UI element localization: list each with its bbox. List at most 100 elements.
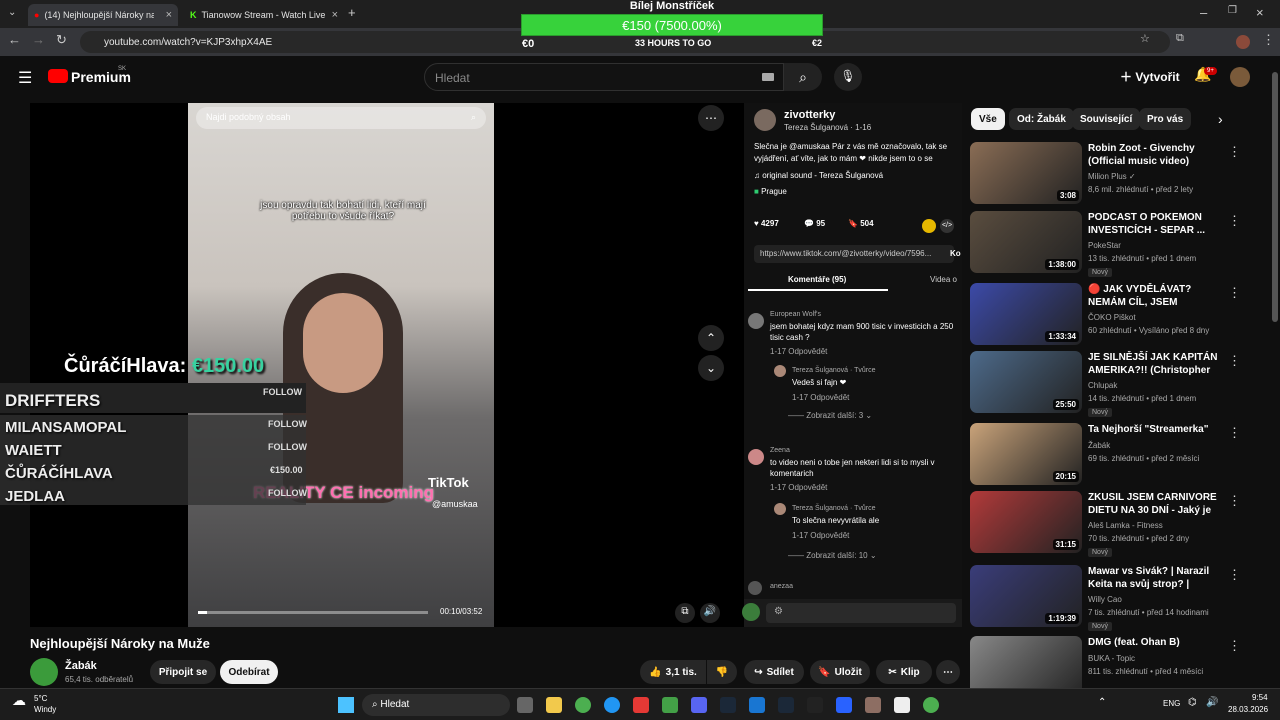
like-count[interactable]: ♥ 4297: [754, 219, 779, 228]
page-scrollbar[interactable]: [1272, 72, 1278, 322]
app-icon[interactable]: [894, 697, 910, 713]
more-vert-icon[interactable]: ⋮: [1228, 353, 1241, 369]
recommended-title[interactable]: DMG (feat. Ohan B): [1088, 636, 1228, 649]
browser-tab-kick[interactable]: K Tianowow Stream - Watch Live ×: [184, 4, 344, 26]
app-icon[interactable]: [865, 697, 881, 713]
share-button[interactable]: ↪ Sdílet: [744, 660, 804, 684]
location-line[interactable]: ■ Prague: [754, 187, 787, 196]
create-button[interactable]: ＋ Vytvořit: [1120, 68, 1180, 85]
recommended-video[interactable]: 1:19:39 Mawar vs Sivák? | Narazil Keita n…: [970, 565, 1270, 631]
tab-videos[interactable]: Videa o: [930, 275, 957, 284]
chrome-icon[interactable]: [575, 697, 591, 713]
more-vert-icon[interactable]: ⋮: [1228, 285, 1241, 301]
discord-icon[interactable]: [691, 697, 707, 713]
recommended-video[interactable]: 1:33:34 🔴 JAK VYDĚLÁVAT? NEMÁM CÍL, JSEM …: [970, 283, 1270, 349]
app-icon[interactable]: [836, 697, 852, 713]
close-icon[interactable]: ×: [166, 9, 172, 21]
recommended-channel[interactable]: Willy Cao: [1088, 595, 1122, 604]
profile-avatar[interactable]: [1236, 35, 1250, 49]
close-icon[interactable]: ×: [332, 9, 338, 21]
video-thumbnail[interactable]: 1:38:00: [970, 211, 1082, 273]
more-vert-icon[interactable]: ⋮: [1228, 638, 1241, 654]
commenter-avatar[interactable]: [748, 449, 764, 465]
creator-username[interactable]: zivotterky: [784, 109, 835, 121]
weather-icon[interactable]: ☁: [12, 692, 26, 709]
copy-link-button[interactable]: Ko: [950, 249, 961, 258]
reply-meta[interactable]: 1-17 Odpovědět: [792, 393, 849, 402]
recommended-video[interactable]: 1:38:00 PODCAST O POKEMON INVESTICÍCH - S…: [970, 211, 1270, 277]
reply-meta[interactable]: 1-17 Odpovědět: [792, 531, 849, 540]
video-thumbnail[interactable]: 1:19:39: [970, 565, 1082, 627]
recommended-channel[interactable]: Chlupak: [1088, 381, 1117, 390]
find-similar-bar[interactable]: Najdi podobný obsah ⌕: [196, 107, 486, 129]
back-icon[interactable]: ←: [8, 32, 21, 47]
steam-icon[interactable]: [720, 697, 736, 713]
reply-author[interactable]: Tereza Šulganová · Tvůrce: [792, 367, 876, 374]
chip-related[interactable]: Související: [1072, 108, 1141, 130]
taskbar-search[interactable]: ⌕ Hledat: [362, 694, 510, 716]
file-explorer-icon[interactable]: [546, 697, 562, 713]
video-thumbnail[interactable]: 25:50: [970, 351, 1082, 413]
volume-icon[interactable]: 🔊: [700, 603, 720, 623]
recommended-channel[interactable]: PokeStar: [1088, 241, 1121, 250]
search-input[interactable]: Hledat: [424, 63, 784, 91]
browser-tab-youtube[interactable]: ● (14) Nejhloupější Nároky na Mu... ×: [28, 4, 178, 26]
recommended-video[interactable]: 25:50 JE SILNĚJŠÍ JAK KAPITÁN AMERIKA?!! …: [970, 351, 1270, 417]
join-button[interactable]: Připojit se: [150, 660, 216, 684]
comment-meta[interactable]: 1-17 Odpovědět: [770, 347, 827, 356]
recommended-video[interactable]: 3:08 Robin Zoot - Givenchy (Official musi…: [970, 142, 1270, 208]
recommended-title[interactable]: 🔴 JAK VYDĚLÁVAT? NEMÁM CÍL, JSEM ZTRACEN…: [1088, 283, 1228, 309]
chevron-right-icon[interactable]: ›: [1218, 111, 1223, 127]
video-player[interactable]: Najdi podobný obsah ⌕ jsou opravdu tak bo…: [0, 103, 962, 627]
tab-comments[interactable]: Komentáře (95): [788, 275, 846, 284]
app-icon[interactable]: [633, 697, 649, 713]
recommended-channel[interactable]: Milion Plus ✓: [1088, 172, 1136, 181]
like-button[interactable]: 👍 3,1 tis.: [640, 660, 706, 684]
tab-list-icon[interactable]: ⌄: [8, 7, 16, 18]
steam-icon[interactable]: [778, 697, 794, 713]
creator-avatar[interactable]: [754, 109, 776, 131]
clock-time[interactable]: 9:54: [1252, 693, 1268, 702]
hamburger-menu-icon[interactable]: ☰: [18, 68, 32, 88]
link-field[interactable]: https://www.tiktok.com/@zivotterky/video…: [754, 245, 954, 263]
recommended-video[interactable]: 31:15 ZKUSIL JSEM CARNIVORE DIETU NA 30 D…: [970, 491, 1270, 557]
recommended-video[interactable]: 20:15 Ta Nejhorší "Streamerka" Žabák 69 tis…: [970, 423, 1270, 489]
clock-date[interactable]: 28.03.2026: [1228, 705, 1268, 714]
recommended-channel[interactable]: Žabák: [1088, 441, 1110, 450]
more-vert-icon[interactable]: ⋮: [1228, 213, 1241, 229]
app-icon[interactable]: [662, 697, 678, 713]
task-view-icon[interactable]: [517, 697, 533, 713]
previous-video-button[interactable]: ⌃: [698, 325, 724, 351]
more-vert-icon[interactable]: ⋮: [1228, 493, 1241, 509]
tray-chevron-icon[interactable]: ⌃: [1098, 697, 1106, 708]
network-icon[interactable]: ⌬: [1188, 697, 1197, 708]
recommended-title[interactable]: Robin Zoot - Givenchy (Official music vi…: [1088, 142, 1228, 168]
embed-icon[interactable]: </>: [940, 219, 954, 233]
chrome-icon[interactable]: [923, 697, 939, 713]
subscribe-button[interactable]: Odebírat: [220, 660, 278, 684]
browser-menu-icon[interactable]: ⋮: [1262, 32, 1275, 48]
video-thumbnail[interactable]: 20:15: [970, 423, 1082, 485]
chip-from-channel[interactable]: Od: Žabák: [1009, 108, 1074, 130]
recommended-title[interactable]: ZKUSIL JSEM CARNIVORE DIETU NA 30 DNÍ - …: [1088, 491, 1228, 517]
video-scrubber[interactable]: [198, 611, 428, 614]
more-vert-icon[interactable]: ⋮: [1228, 425, 1241, 441]
reload-icon[interactable]: ↻: [56, 32, 67, 48]
chip-all[interactable]: Vše: [971, 108, 1005, 130]
commenter-avatar[interactable]: [748, 313, 764, 329]
commenter-avatar[interactable]: [748, 581, 762, 595]
creator-reply-avatar[interactable]: [774, 503, 786, 515]
comment-meta[interactable]: 1-17 Odpovědět: [770, 483, 827, 492]
comment-input[interactable]: ⚙: [766, 603, 956, 623]
search-button[interactable]: ⌕: [784, 63, 822, 91]
more-vert-icon[interactable]: ⋮: [1228, 567, 1241, 583]
save-button[interactable]: 🔖 Uložit: [810, 660, 870, 684]
recommended-channel[interactable]: ČOKO Piškot: [1088, 313, 1136, 322]
youtube-logo-icon[interactable]: [48, 69, 68, 83]
window-close-button[interactable]: ×: [1256, 5, 1264, 20]
edge-icon[interactable]: [604, 697, 620, 713]
reply-author[interactable]: Tereza Šulganová · Tvůrce: [792, 505, 876, 512]
more-actions-button[interactable]: ⋯: [936, 660, 960, 684]
app-icon[interactable]: [807, 697, 823, 713]
more-options-icon[interactable]: ⋯: [698, 105, 724, 131]
